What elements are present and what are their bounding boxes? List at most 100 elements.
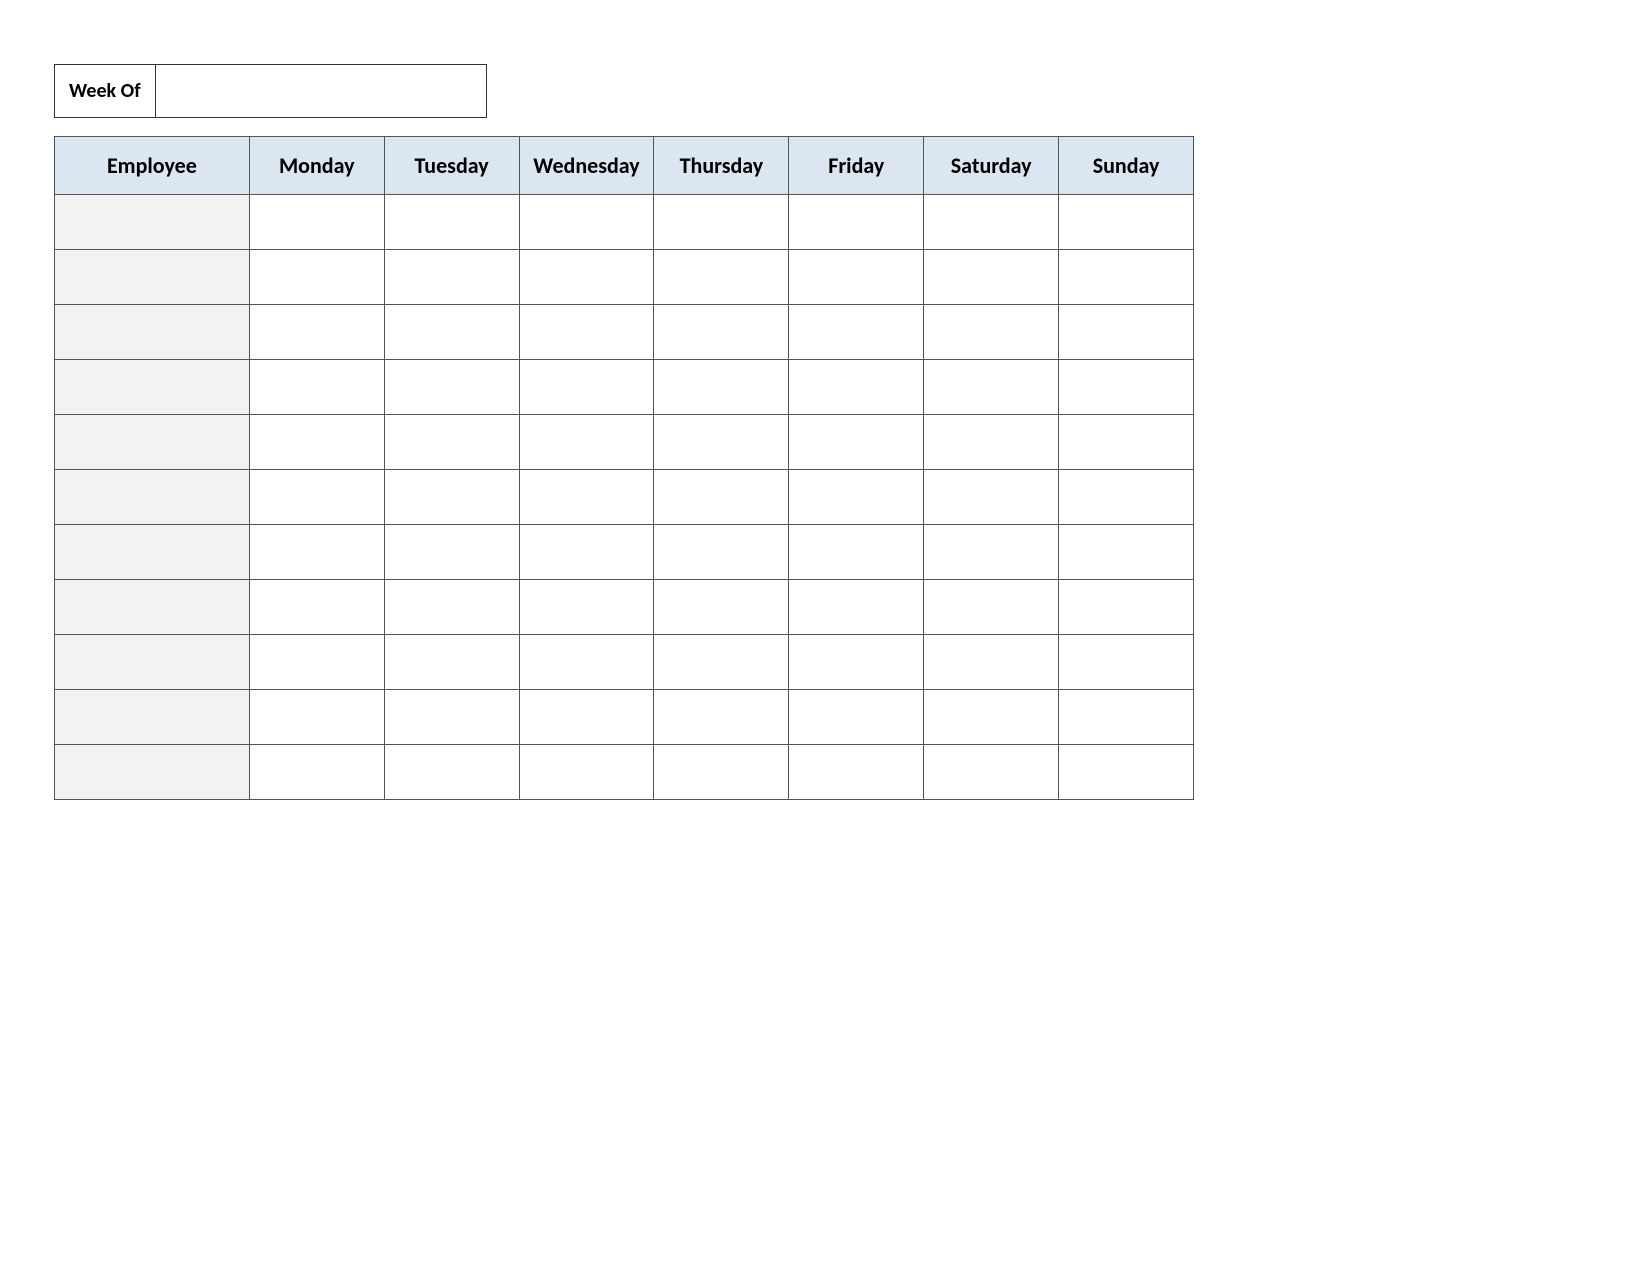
day-cell[interactable] xyxy=(924,690,1059,745)
day-cell[interactable] xyxy=(1059,580,1194,635)
week-of-value[interactable] xyxy=(156,65,486,117)
day-cell[interactable] xyxy=(654,195,789,250)
employee-cell[interactable] xyxy=(55,470,250,525)
day-cell[interactable] xyxy=(1059,470,1194,525)
day-cell[interactable] xyxy=(249,690,384,745)
employee-cell[interactable] xyxy=(55,305,250,360)
day-cell[interactable] xyxy=(789,580,924,635)
day-cell[interactable] xyxy=(249,195,384,250)
day-cell[interactable] xyxy=(789,305,924,360)
employee-cell[interactable] xyxy=(55,195,250,250)
day-cell[interactable] xyxy=(654,635,789,690)
employee-cell[interactable] xyxy=(55,525,250,580)
day-cell[interactable] xyxy=(654,360,789,415)
day-cell[interactable] xyxy=(924,360,1059,415)
day-cell[interactable] xyxy=(924,525,1059,580)
day-cell[interactable] xyxy=(789,690,924,745)
day-cell[interactable] xyxy=(384,360,519,415)
day-cell[interactable] xyxy=(1059,525,1194,580)
table-row xyxy=(55,470,1194,525)
day-cell[interactable] xyxy=(384,580,519,635)
day-cell[interactable] xyxy=(519,360,654,415)
day-cell[interactable] xyxy=(1059,690,1194,745)
day-cell[interactable] xyxy=(789,745,924,800)
header-thursday: Thursday xyxy=(654,137,789,195)
day-cell[interactable] xyxy=(519,195,654,250)
day-cell[interactable] xyxy=(654,415,789,470)
day-cell[interactable] xyxy=(1059,195,1194,250)
day-cell[interactable] xyxy=(1059,415,1194,470)
table-row xyxy=(55,195,1194,250)
day-cell[interactable] xyxy=(1059,745,1194,800)
day-cell[interactable] xyxy=(654,580,789,635)
day-cell[interactable] xyxy=(384,250,519,305)
day-cell[interactable] xyxy=(249,305,384,360)
day-cell[interactable] xyxy=(924,415,1059,470)
day-cell[interactable] xyxy=(519,415,654,470)
day-cell[interactable] xyxy=(384,525,519,580)
day-cell[interactable] xyxy=(384,415,519,470)
table-body xyxy=(55,195,1194,800)
day-cell[interactable] xyxy=(924,470,1059,525)
day-cell[interactable] xyxy=(249,525,384,580)
day-cell[interactable] xyxy=(249,415,384,470)
day-cell[interactable] xyxy=(654,525,789,580)
day-cell[interactable] xyxy=(654,250,789,305)
employee-cell[interactable] xyxy=(55,360,250,415)
day-cell[interactable] xyxy=(1059,305,1194,360)
day-cell[interactable] xyxy=(924,635,1059,690)
header-employee: Employee xyxy=(55,137,250,195)
day-cell[interactable] xyxy=(654,305,789,360)
day-cell[interactable] xyxy=(519,580,654,635)
day-cell[interactable] xyxy=(249,635,384,690)
table-row xyxy=(55,525,1194,580)
day-cell[interactable] xyxy=(924,745,1059,800)
employee-cell[interactable] xyxy=(55,580,250,635)
day-cell[interactable] xyxy=(654,690,789,745)
day-cell[interactable] xyxy=(519,250,654,305)
day-cell[interactable] xyxy=(924,250,1059,305)
day-cell[interactable] xyxy=(249,360,384,415)
day-cell[interactable] xyxy=(519,635,654,690)
day-cell[interactable] xyxy=(654,470,789,525)
employee-cell[interactable] xyxy=(55,415,250,470)
employee-cell[interactable] xyxy=(55,635,250,690)
table-row xyxy=(55,305,1194,360)
day-cell[interactable] xyxy=(384,635,519,690)
day-cell[interactable] xyxy=(519,525,654,580)
header-row: Employee Monday Tuesday Wednesday Thursd… xyxy=(55,137,1194,195)
week-of-label: Week Of xyxy=(55,65,156,117)
day-cell[interactable] xyxy=(789,635,924,690)
day-cell[interactable] xyxy=(249,580,384,635)
day-cell[interactable] xyxy=(384,305,519,360)
day-cell[interactable] xyxy=(1059,360,1194,415)
day-cell[interactable] xyxy=(519,470,654,525)
day-cell[interactable] xyxy=(789,415,924,470)
employee-cell[interactable] xyxy=(55,745,250,800)
day-cell[interactable] xyxy=(384,690,519,745)
day-cell[interactable] xyxy=(789,195,924,250)
day-cell[interactable] xyxy=(249,745,384,800)
day-cell[interactable] xyxy=(789,470,924,525)
day-cell[interactable] xyxy=(384,470,519,525)
employee-cell[interactable] xyxy=(55,690,250,745)
day-cell[interactable] xyxy=(249,470,384,525)
day-cell[interactable] xyxy=(789,525,924,580)
employee-cell[interactable] xyxy=(55,250,250,305)
day-cell[interactable] xyxy=(249,250,384,305)
day-cell[interactable] xyxy=(654,745,789,800)
day-cell[interactable] xyxy=(384,195,519,250)
day-cell[interactable] xyxy=(519,305,654,360)
day-cell[interactable] xyxy=(924,580,1059,635)
day-cell[interactable] xyxy=(789,360,924,415)
day-cell[interactable] xyxy=(924,195,1059,250)
day-cell[interactable] xyxy=(384,745,519,800)
table-row xyxy=(55,360,1194,415)
day-cell[interactable] xyxy=(519,745,654,800)
day-cell[interactable] xyxy=(789,250,924,305)
schedule-table: Employee Monday Tuesday Wednesday Thursd… xyxy=(54,136,1194,800)
day-cell[interactable] xyxy=(1059,635,1194,690)
day-cell[interactable] xyxy=(924,305,1059,360)
day-cell[interactable] xyxy=(1059,250,1194,305)
day-cell[interactable] xyxy=(519,690,654,745)
